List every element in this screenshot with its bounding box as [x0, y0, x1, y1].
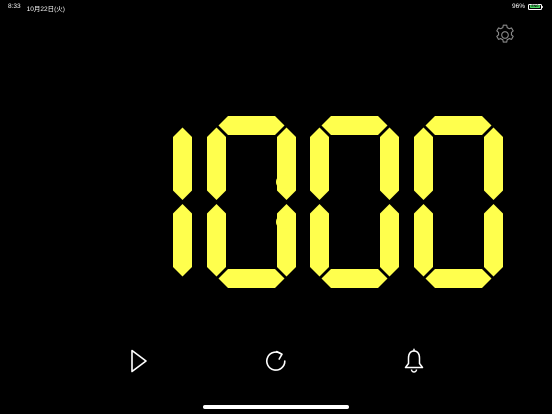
clock-colon	[276, 175, 290, 229]
clock-digit-minutes-ones	[414, 116, 503, 288]
segment-lower-right	[484, 204, 503, 277]
segment-top	[321, 116, 388, 135]
segment-upper-right	[484, 127, 503, 200]
segment-top	[218, 116, 285, 135]
segment-upper-right	[380, 127, 399, 200]
segment-lower-left	[310, 204, 329, 277]
segment-lower-right	[173, 204, 192, 277]
alarm-button[interactable]	[399, 346, 429, 376]
clock-digit-minutes-tens	[310, 116, 399, 288]
segment-bottom	[425, 269, 492, 288]
segment-bottom	[218, 269, 285, 288]
clock-digit-hours-tens	[173, 127, 192, 277]
timer-screen: 8:33 10月22日(火) 96% ENG	[0, 0, 552, 414]
segment-lower-right	[277, 204, 296, 277]
segment-upper-right	[173, 127, 192, 200]
play-icon	[131, 349, 147, 373]
segment-upper-left	[207, 127, 226, 200]
colon-dot-bottom	[276, 215, 290, 229]
colon-dot-top	[276, 175, 290, 189]
home-indicator[interactable]	[203, 405, 349, 409]
reset-button[interactable]	[261, 346, 291, 376]
bell-icon	[404, 348, 424, 373]
segment-lower-left	[414, 204, 433, 277]
segment-top	[425, 116, 492, 135]
segment-lower-left	[207, 204, 226, 277]
segment-upper-right	[277, 127, 296, 200]
segment-upper-left	[310, 127, 329, 200]
play-button[interactable]	[123, 346, 153, 376]
segment-lower-right	[380, 204, 399, 277]
refresh-icon	[266, 350, 286, 371]
clock-digit-hours-ones	[207, 116, 296, 288]
segment-upper-left	[414, 127, 433, 200]
segment-bottom	[321, 269, 388, 288]
